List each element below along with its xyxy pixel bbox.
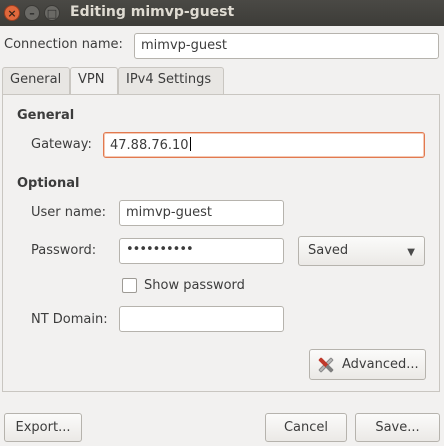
tab-ipv4-settings[interactable]: IPv4 Settings <box>118 67 224 94</box>
export-button[interactable]: Export... <box>4 413 82 442</box>
maximize-window-icon[interactable]: □ <box>44 5 60 21</box>
password-label: Password: <box>31 243 97 258</box>
general-section-heading: General <box>17 108 75 123</box>
tools-icon <box>316 355 336 375</box>
close-window-icon[interactable]: × <box>4 5 20 21</box>
tab-vpn[interactable]: VPN <box>70 67 118 95</box>
tab-general[interactable]: General <box>2 67 70 94</box>
password-storage-value: Saved <box>308 243 349 258</box>
minimize-window-icon[interactable]: – <box>24 5 40 21</box>
show-password-checkbox[interactable] <box>122 278 137 293</box>
text-caret <box>189 137 191 151</box>
nt-domain-field[interactable] <box>119 306 284 332</box>
show-password-label[interactable]: Show password <box>144 278 245 293</box>
dialog-window: × – □ Editing mimvp-guest Connection nam… <box>0 0 444 446</box>
titlebar: × – □ Editing mimvp-guest <box>0 0 444 26</box>
username-label: User name: <box>31 205 107 220</box>
optional-section-heading: Optional <box>17 176 80 191</box>
advanced-button-label: Advanced... <box>342 357 419 372</box>
cancel-button[interactable]: Cancel <box>265 413 347 442</box>
password-storage-dropdown[interactable]: Saved ▼ <box>298 236 425 266</box>
save-button[interactable]: Save... <box>355 413 440 442</box>
gateway-value: 47.88.76.10 <box>110 138 189 153</box>
chevron-down-icon: ▼ <box>407 247 415 258</box>
connection-name-label: Connection name: <box>4 37 123 52</box>
password-field[interactable]: •••••••••• <box>119 238 284 264</box>
gateway-label: Gateway: <box>31 137 92 152</box>
username-field[interactable]: mimvp-guest <box>119 200 284 226</box>
gateway-field[interactable]: 47.88.76.10 <box>103 132 425 158</box>
advanced-button[interactable]: Advanced... <box>309 349 426 380</box>
nt-domain-label: NT Domain: <box>31 312 108 327</box>
connection-name-field[interactable]: mimvp-guest <box>134 33 439 59</box>
window-title: Editing mimvp-guest <box>70 4 235 20</box>
